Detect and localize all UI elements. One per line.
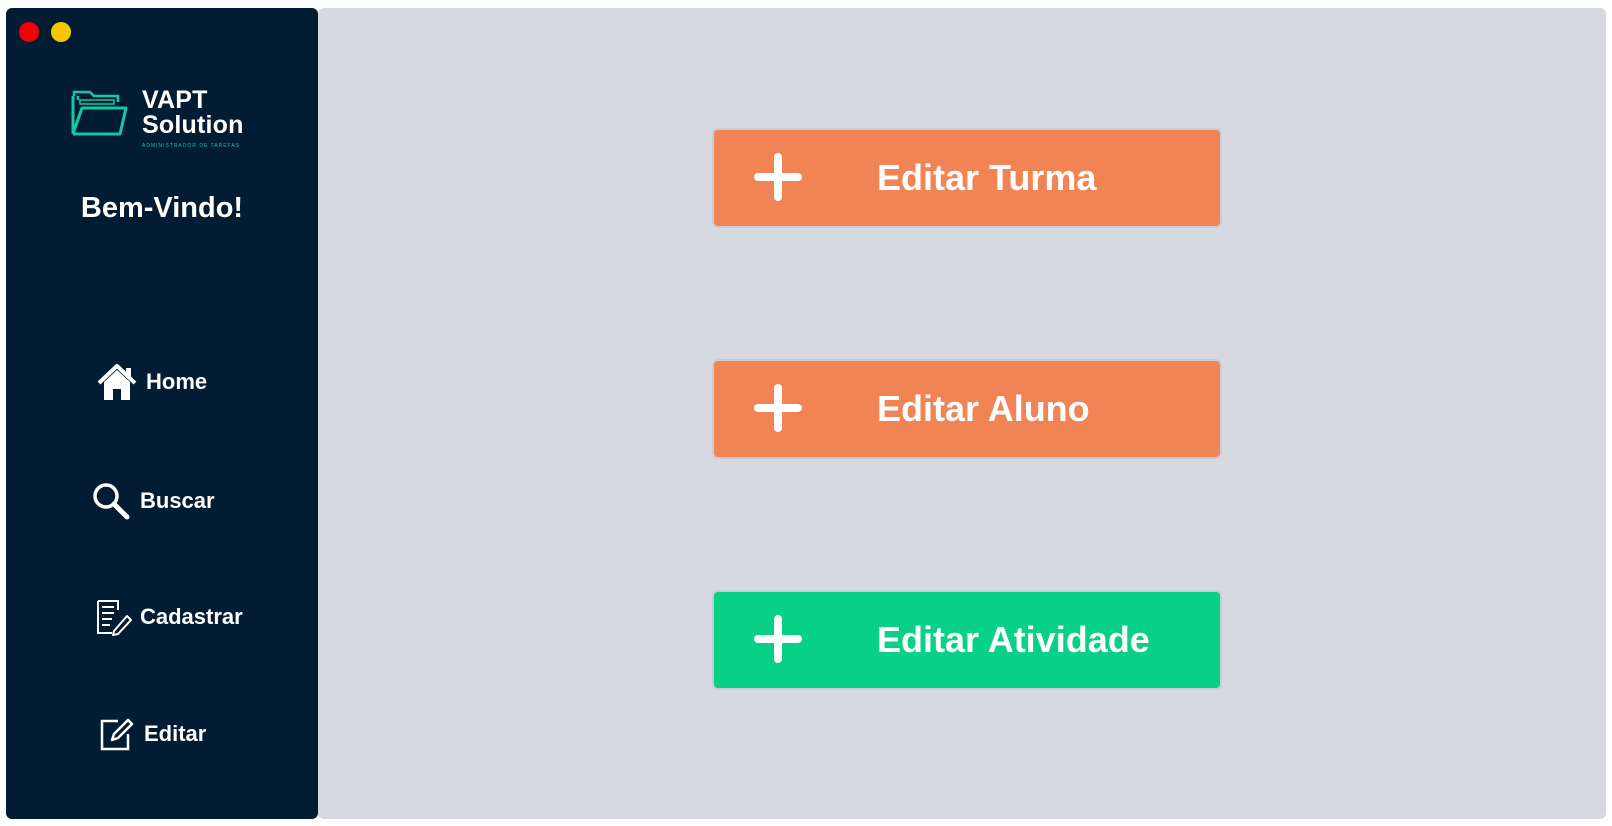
logo-subtitle: ADMINISTRADOR DE TAREFAS (142, 143, 240, 149)
button-label: Editar Atividade (877, 619, 1150, 660)
search-icon (93, 483, 130, 520)
sidebar-item-label: Buscar (140, 488, 215, 513)
sidebar-item-home[interactable]: Home (96, 362, 207, 402)
plus-icon (754, 615, 802, 663)
sidebar-item-editar[interactable]: Editar (98, 716, 206, 752)
folder-icon (71, 90, 128, 136)
plus-icon (754, 384, 802, 432)
edit-icon (100, 718, 134, 751)
edit-class-button[interactable]: Editar Turma (714, 130, 1220, 226)
button-label: Editar Turma (877, 157, 1097, 198)
sidebar-item-cadastrar[interactable]: Cadastrar (94, 598, 243, 636)
app-logo: VAPT Solution ADMINISTRADOR DE TAREFAS (70, 80, 260, 152)
sidebar-item-label: Editar (144, 721, 207, 746)
welcome-heading: Bem-Vindo! (80, 192, 244, 224)
logo-title-line2: Solution (142, 111, 244, 139)
edit-activity-button[interactable]: Editar Atividade (714, 592, 1220, 688)
home-icon (97, 364, 137, 400)
sidebar-item-buscar[interactable]: Buscar (90, 480, 215, 522)
plus-icon (754, 153, 802, 201)
sidebar-item-label: Cadastrar (140, 604, 243, 629)
window-close-button[interactable] (19, 22, 39, 42)
sidebar-item-label: Home (146, 369, 208, 394)
document-edit-icon (97, 600, 132, 636)
button-label: Editar Aluno (877, 388, 1090, 429)
logo-title-line1: VAPT (142, 86, 208, 114)
edit-student-button[interactable]: Editar Aluno (714, 361, 1220, 457)
main-panel: Editar Turma Editar Aluno Editar Ativida… (318, 8, 1606, 819)
window-minimize-button[interactable] (51, 22, 71, 42)
sidebar: VAPT Solution ADMINISTRADOR DE TAREFAS B… (6, 8, 318, 819)
